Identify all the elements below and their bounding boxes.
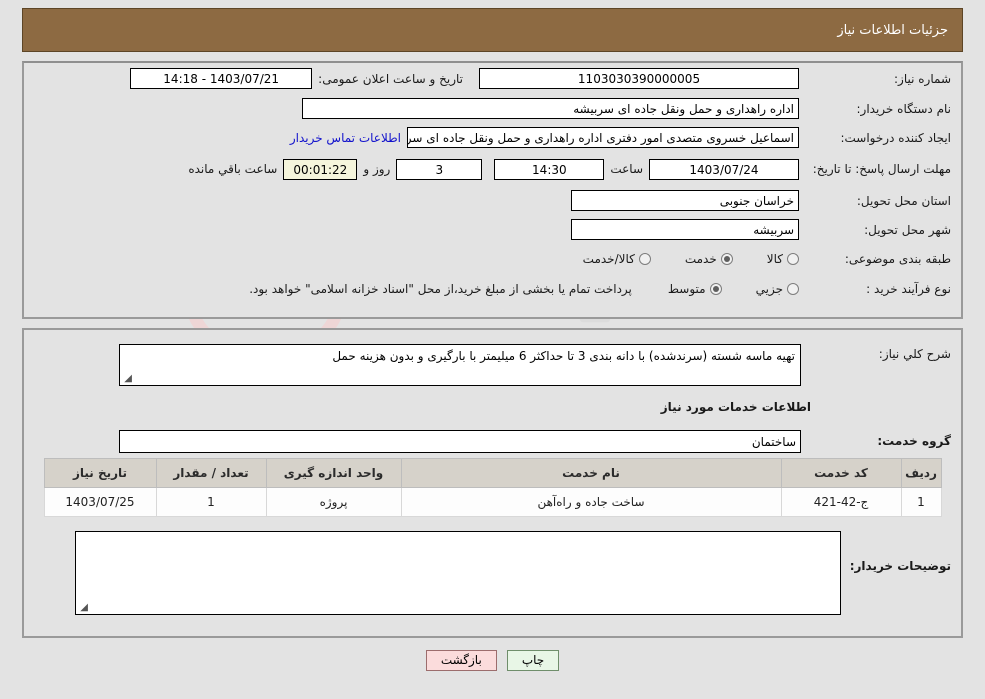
row-process-type: نوع فرآیند خرید : جزيي متوسط پرداخت تمام… [24, 274, 961, 304]
process-option-jozei[interactable]: جزيي [756, 282, 799, 296]
process-option-jozei-label: جزيي [755, 282, 783, 296]
delivery-city-label: شهر محل تحویل: [864, 222, 951, 237]
services-heading: اطلاعات خدمات مورد نیاز [660, 400, 811, 414]
process-type-note: پرداخت تمام یا بخشی از مبلغ خرید،از محل … [249, 282, 632, 296]
back-button[interactable]: بازگشت [425, 650, 497, 671]
row-buyer-notes: توضیحات خریدار: ◢ [24, 517, 961, 615]
category-option-kala[interactable]: کالا [767, 252, 799, 266]
category-option-khedmat[interactable]: خدمت [685, 252, 733, 266]
table-row: 1 ج-42-421 ساخت جاده و راه‌آهن پروژه 1 1… [43, 487, 942, 517]
resize-grip-icon-2[interactable]: ◢ [78, 603, 88, 613]
cell-unit: پروژه [265, 487, 402, 517]
resize-grip-icon[interactable]: ◢ [122, 374, 132, 384]
deadline-days-value: 3 [396, 158, 483, 180]
need-number-label: شماره نیاز: [894, 71, 951, 86]
cell-date: 1403/07/25 [43, 487, 157, 517]
radio-kala-icon[interactable] [787, 253, 799, 265]
footer-button-bar: چاپ بازگشت [0, 650, 985, 671]
col-name: نام خدمت [400, 458, 782, 488]
col-code: کد خدمت [780, 458, 902, 488]
radio-kala-khedmat-icon[interactable] [638, 253, 651, 265]
buyer-org-label: نام دستگاه خریدار: [856, 101, 952, 116]
category-option-kala-khedmat[interactable]: کالا/خدمت [583, 252, 651, 266]
row-need-number: شماره نیاز: 1103030390000005 تاریخ و ساع… [24, 63, 961, 94]
row-requester: ایجاد کننده درخواست: اسماعیل خسروی متصدی… [24, 123, 961, 152]
radio-motevaset-icon[interactable] [709, 283, 722, 295]
requester-label: ایجاد کننده درخواست: [840, 130, 951, 145]
service-group-label: گروه خدمت: [877, 434, 951, 448]
col-radif: ردیف [900, 458, 942, 488]
category-radio-group: کالا خدمت کالا/خدمت [553, 252, 799, 266]
row-buyer-org: نام دستگاه خریدار: اداره راهداری و حمل و… [24, 94, 961, 123]
page-title: جزئیات اطلاعات نیاز [837, 22, 948, 38]
row-delivery-province: استان محل تحویل: خراسان جنوبی [24, 186, 961, 215]
row-description: شرح کلي نیاز: تهیه ماسه شسته (سرندشده) ب… [24, 330, 961, 386]
row-delivery-city: شهر محل تحویل: سربیشه [24, 215, 961, 244]
announce-datetime-label: تاریخ و ساعت اعلان عمومی: [318, 71, 463, 86]
process-option-motevaset-label: متوسط [667, 282, 706, 296]
process-type-label: نوع فرآیند خرید : [866, 282, 951, 296]
row-category: طبقه بندی موضوعی: کالا خدمت کالا/خدمت [24, 244, 961, 274]
buyer-notes-label: توضیحات خریدار: [849, 559, 951, 573]
print-button[interactable]: چاپ [506, 650, 560, 671]
need-number-value: 1103030390000005 [479, 68, 799, 89]
process-type-radio-group: جزيي متوسط [638, 282, 799, 296]
cell-name: ساخت جاده و راه‌آهن [400, 487, 782, 517]
description-value: تهیه ماسه شسته (سرندشده) با دانه بندی 3 … [332, 349, 795, 363]
description-textarea[interactable]: تهیه ماسه شسته (سرندشده) با دانه بندی 3 … [119, 344, 801, 386]
page-header: جزئیات اطلاعات نیاز [22, 8, 963, 52]
delivery-province-label: استان محل تحویل: [856, 193, 951, 208]
need-info-panel: شماره نیاز: 1103030390000005 تاریخ و ساع… [22, 61, 963, 319]
buyer-org-value: اداره راهداری و حمل ونقل جاده ای سربیشه [302, 98, 799, 119]
deadline-countdown-value: 00:01:22 [283, 158, 358, 180]
services-table: ردیف کد خدمت نام خدمت واحد اندازه گیری ت… [43, 458, 942, 517]
radio-khedmat-icon[interactable] [720, 253, 733, 265]
delivery-city-value: سربیشه [571, 219, 799, 240]
deadline-time-value: 14:30 [494, 158, 605, 180]
col-unit: واحد اندازه گیری [265, 458, 402, 488]
deadline-label: مهلت ارسال پاسخ: تا تاریخ: [812, 161, 951, 176]
deadline-days-suffix: روز و [363, 162, 391, 176]
service-group-value: ساختمان [119, 429, 801, 453]
cell-code: ج-42-421 [780, 487, 902, 517]
row-deadline: مهلت ارسال پاسخ: تا تاریخ: 1403/07/24 سا… [24, 152, 961, 186]
category-option-kala-khedmat-label: کالا/خدمت [582, 252, 635, 266]
process-option-motevaset[interactable]: متوسط [668, 282, 722, 296]
buyer-notes-textarea[interactable]: ◢ [75, 531, 841, 615]
deadline-time-label: ساعت [610, 162, 643, 176]
description-label: شرح کلي نیاز: [878, 347, 951, 361]
row-service-group: گروه خدمت: ساختمان [24, 424, 961, 458]
table-header-row: ردیف کد خدمت نام خدمت واحد اندازه گیری ت… [43, 458, 942, 488]
buyer-contact-link[interactable]: اطلاعات تماس خریدار [290, 131, 401, 145]
cell-qty: 1 [155, 487, 267, 517]
services-panel: شرح کلي نیاز: تهیه ماسه شسته (سرندشده) ب… [22, 328, 963, 638]
col-qty: تعداد / مقدار [155, 458, 267, 488]
radio-jozei-icon[interactable] [787, 283, 799, 295]
requester-value: اسماعیل خسروی متصدی امور دفتری اداره راه… [407, 127, 799, 148]
page-root: جزئیات اطلاعات نیاز شماره نیاز: 11030303… [0, 8, 985, 671]
category-option-khedmat-label: خدمت [684, 252, 717, 266]
deadline-countdown-suffix: ساعت باقي مانده [188, 162, 278, 176]
delivery-province-value: خراسان جنوبی [571, 190, 799, 211]
cell-radif: 1 [900, 487, 942, 517]
deadline-date-value: 1403/07/24 [649, 158, 799, 180]
category-option-kala-label: کالا [766, 252, 783, 266]
col-date: تاریخ نیاز [43, 458, 157, 488]
announce-datetime-value: 1403/07/21 - 14:18 [130, 68, 313, 89]
category-label: طبقه بندی موضوعی: [844, 252, 951, 266]
